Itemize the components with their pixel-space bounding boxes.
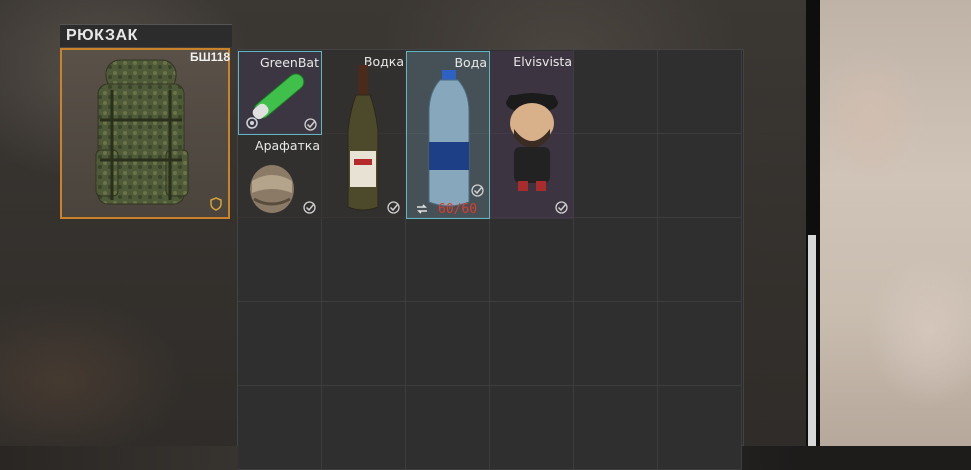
backpack-slot[interactable]	[60, 48, 230, 219]
grid-cell[interactable]	[406, 218, 490, 302]
item-water[interactable]: Вода 60/60	[406, 51, 490, 219]
grid-cell[interactable]	[322, 302, 406, 386]
backpack-model-label: БШ118	[190, 50, 231, 64]
grid-cell[interactable]	[658, 134, 742, 218]
grid-cell[interactable]	[574, 134, 658, 218]
grid-cell[interactable]	[490, 218, 574, 302]
grid-cell[interactable]	[322, 218, 406, 302]
check-icon	[387, 201, 400, 214]
swap-icon	[417, 204, 427, 214]
check-icon	[471, 184, 484, 197]
item-greenbat[interactable]: GreenBat	[238, 51, 322, 135]
grid-cell[interactable]	[574, 218, 658, 302]
grid-cell[interactable]	[490, 386, 574, 470]
shield-icon	[210, 197, 222, 211]
vodka-bottle-icon	[347, 65, 379, 211]
check-icon	[555, 201, 568, 214]
grid-cell[interactable]	[406, 386, 490, 470]
check-icon	[303, 201, 316, 214]
grid-cell[interactable]	[238, 386, 322, 470]
grid-cell[interactable]	[574, 386, 658, 470]
backpack-icon	[95, 59, 189, 205]
character-preview	[820, 0, 971, 446]
grid-cell[interactable]	[238, 218, 322, 302]
grid-cell[interactable]	[658, 302, 742, 386]
grid-cell[interactable]	[658, 386, 742, 470]
grid-cell[interactable]	[658, 50, 742, 134]
figure-icon	[506, 93, 558, 191]
grid-cell[interactable]	[574, 50, 658, 134]
grid-cell[interactable]	[322, 386, 406, 470]
grid-cell[interactable]	[238, 302, 322, 386]
item-elvisvista[interactable]: Elvisvista	[490, 51, 574, 219]
grid-cell[interactable]	[406, 302, 490, 386]
item-count: 60/60	[438, 202, 478, 217]
item-arafatka[interactable]: Арафатка	[238, 135, 322, 219]
backpack-header: РЮКЗАК	[60, 24, 232, 47]
grid-cell[interactable]	[490, 302, 574, 386]
grid-cell[interactable]	[658, 218, 742, 302]
check-icon	[304, 118, 317, 131]
grid-cell[interactable]	[574, 302, 658, 386]
backpack-title: РЮКЗАК	[66, 27, 138, 44]
rotate-icon	[246, 117, 258, 129]
item-vodka[interactable]: Водка	[322, 51, 406, 219]
scrollbar-thumb[interactable]	[808, 235, 816, 446]
